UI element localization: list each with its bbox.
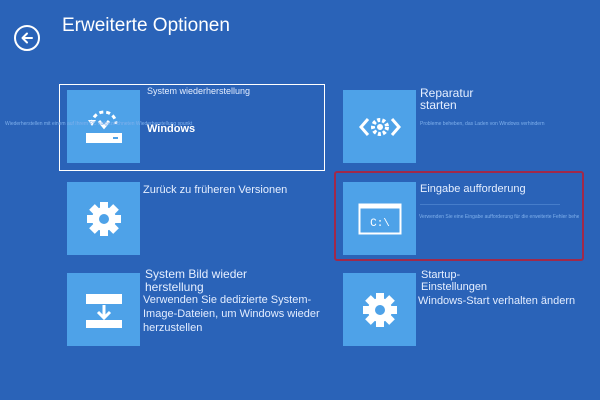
svg-text:C:\: C:\ <box>370 218 390 230</box>
startup-repair-tile[interactable] <box>343 90 416 163</box>
back-arrow-icon <box>21 32 33 44</box>
startup-repair-label: Reparatur starten <box>420 86 474 112</box>
startup-settings-description: Windows-Start verhalten ändern <box>418 295 576 307</box>
system-restore-sublabel: Windows <box>147 123 196 135</box>
startup-settings-tile[interactable] <box>343 273 416 346</box>
gear-icon <box>362 292 397 327</box>
system-image-description: Verwenden Sie dedizierte System-Image-Da… <box>143 294 320 334</box>
system-restore-label: System wiederherstellung <box>147 86 251 96</box>
command-prompt-description: Verwenden Sie eine Eingabe aufforderung … <box>419 214 579 220</box>
previous-version-label: Zurück zu früheren Versionen <box>143 184 288 196</box>
system-image-label: System Bild wieder herstellung <box>145 267 248 294</box>
back-button[interactable] <box>14 25 40 51</box>
page-title: Erweiterte Optionen <box>62 15 230 36</box>
download-drive-icon <box>85 293 122 328</box>
system-image-tile[interactable] <box>67 273 140 346</box>
startup-settings-label: Startup-Einstellungen <box>421 269 488 293</box>
command-prompt-icon: C:\ <box>358 203 401 234</box>
code-gear-icon <box>358 117 401 136</box>
command-prompt-tile[interactable]: C:\ <box>343 182 416 255</box>
startup-repair-description: Probleme beheben, das Laden von Windows … <box>420 121 545 127</box>
command-prompt-label: Eingabe aufforderung <box>420 183 526 195</box>
previous-version-tile[interactable] <box>67 182 140 255</box>
gear-icon <box>86 201 121 236</box>
